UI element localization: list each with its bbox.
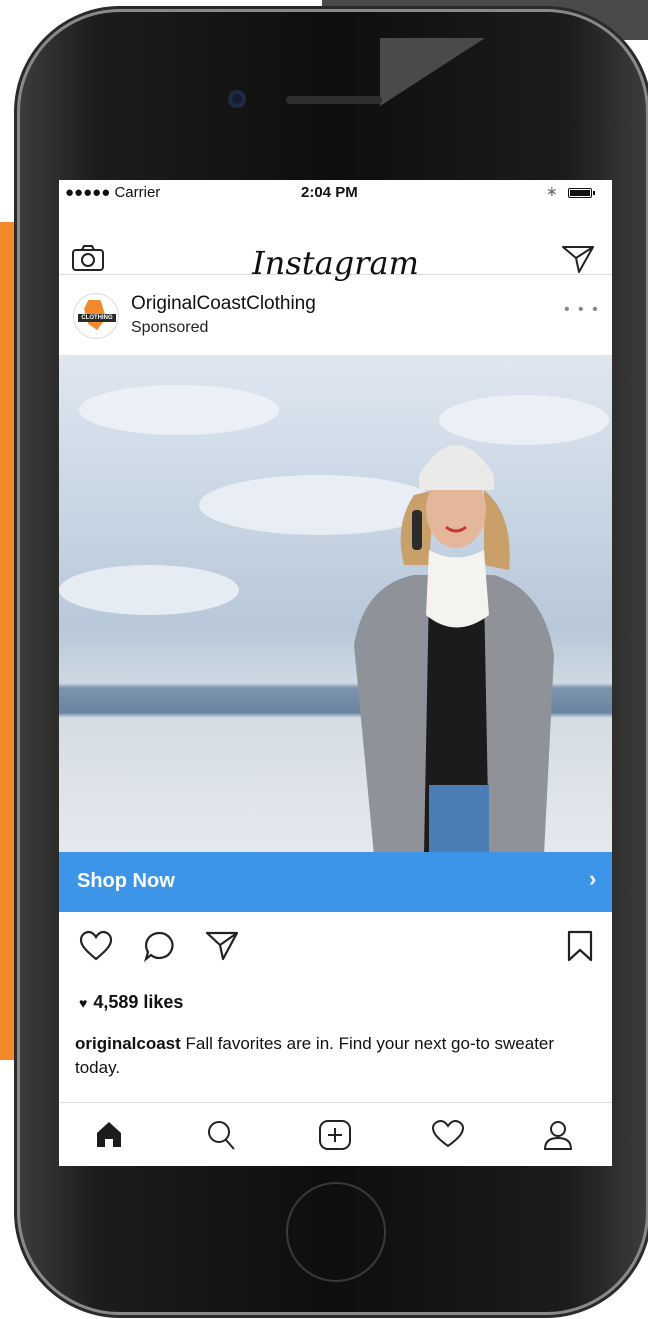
bottom-tab-bar: [59, 1102, 612, 1166]
profile-icon[interactable]: [543, 1119, 573, 1156]
app-header: Instagram: [59, 204, 612, 282]
shop-now-button[interactable]: Shop Now ›: [59, 852, 612, 912]
cloud-shape: [59, 565, 239, 615]
account-name[interactable]: OriginalCoastClothing: [131, 293, 316, 315]
chevron-right-icon: ›: [589, 866, 597, 891]
battery-icon: [568, 188, 595, 198]
home-button[interactable]: [286, 1182, 386, 1282]
bookmark-icon[interactable]: [567, 930, 593, 967]
model-photo: [354, 445, 554, 852]
status-bar: ●●●●● Carrier 2:04 PM ∗: [59, 180, 612, 204]
brand-logo-text: CLOTHING: [78, 314, 116, 322]
home-icon[interactable]: [93, 1119, 125, 1154]
post-image[interactable]: [59, 355, 612, 852]
front-camera: [228, 90, 246, 108]
comment-icon[interactable]: [143, 930, 177, 967]
more-options-icon[interactable]: • • •: [564, 301, 600, 319]
post-header: CLOTHING OriginalCoastClothing Sponsored…: [59, 275, 612, 355]
post-actions: [59, 912, 612, 982]
direct-message-icon[interactable]: [561, 244, 595, 279]
avatar[interactable]: CLOTHING: [73, 293, 119, 339]
caption-username[interactable]: originalcoast: [75, 1034, 181, 1053]
speech-bubble-tail: [380, 38, 485, 106]
carrier-label: ●●●●● Carrier: [65, 184, 161, 201]
small-heart-icon: ♥: [79, 995, 88, 1011]
share-icon[interactable]: [205, 930, 239, 967]
sponsored-label: Sponsored: [131, 319, 209, 336]
search-icon[interactable]: [205, 1119, 237, 1156]
phone-screen: ●●●●● Carrier 2:04 PM ∗ Instagram CLOTHI…: [59, 180, 612, 1166]
bluetooth-icon: ∗: [546, 183, 558, 199]
cloud-shape: [79, 385, 279, 435]
heart-icon[interactable]: [79, 930, 113, 967]
activity-heart-icon[interactable]: [431, 1119, 465, 1154]
shop-now-label: Shop Now: [77, 870, 175, 892]
post-caption: originalcoast Fall favorites are in. Fin…: [75, 1032, 595, 1080]
status-time: 2:04 PM: [301, 184, 358, 201]
add-post-icon[interactable]: [318, 1119, 352, 1156]
likes-count[interactable]: ♥ 4,589 likes: [79, 992, 183, 1013]
earpiece-speaker: [286, 96, 382, 104]
likes-text: 4,589 likes: [93, 992, 184, 1012]
